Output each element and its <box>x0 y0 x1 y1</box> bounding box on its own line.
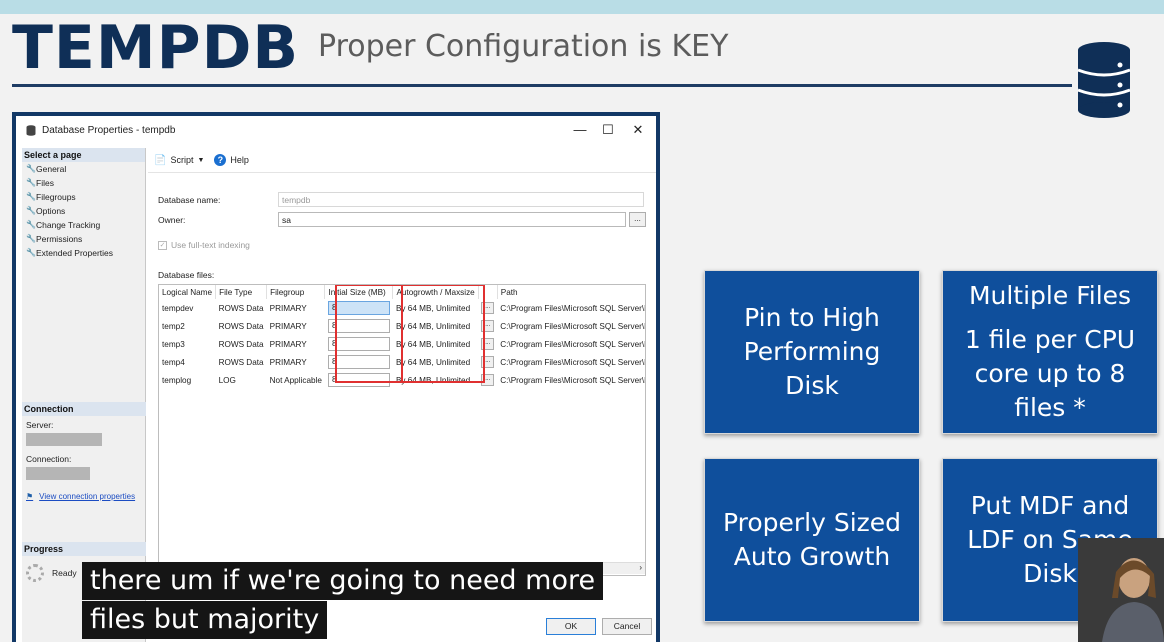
caption-line-2: files but majority <box>82 601 328 639</box>
tile-auto-growth: Properly Sized Auto Growth <box>704 458 920 622</box>
column-header[interactable]: File Type <box>215 285 268 299</box>
scroll-right-icon[interactable]: › <box>639 563 642 572</box>
wrench-icon: 🔧 <box>26 192 36 201</box>
owner-label: Owner: <box>158 214 186 225</box>
cell-logical-name: temp4 <box>162 357 185 367</box>
tile-multiple-files: Multiple Files 1 file per CPU core up to… <box>942 270 1158 434</box>
cell-file-type: ROWS Data <box>218 357 264 367</box>
cell-logical-name: templog <box>162 375 192 385</box>
progress-status: Ready <box>52 568 77 578</box>
progress-spinner-icon <box>26 564 44 582</box>
owner-field[interactable]: sa <box>278 212 626 227</box>
cell-filegroup: PRIMARY <box>269 303 307 313</box>
presenter-webcam <box>1078 538 1164 642</box>
database-icon <box>1077 42 1131 118</box>
dialog-titlebar[interactable]: Database Properties - tempdb — ☐ ✕ <box>16 116 656 144</box>
owner-browse-button[interactable]: ... <box>629 212 646 227</box>
script-button[interactable]: Script <box>170 155 193 165</box>
cell-file-type: ROWS Data <box>218 321 264 331</box>
cell-path: C:\Program Files\Microsoft SQL Server\M <box>500 303 646 313</box>
cell-filegroup: Not Applicable <box>269 375 322 385</box>
page-item-extended-properties[interactable]: 🔧 Extended Properties <box>22 246 145 260</box>
connection-label: Connection: <box>26 454 72 464</box>
cell-filegroup: PRIMARY <box>269 357 307 367</box>
cell-path: C:\Program Files\Microsoft SQL Server\M <box>500 339 646 349</box>
wrench-icon: 🔧 <box>26 248 36 257</box>
database-files-grid: Logical Name File Type Filegroup Initial… <box>158 284 646 576</box>
wrench-icon: 🔧 <box>26 178 36 187</box>
progress-header: Progress <box>22 542 146 556</box>
cell-path: C:\Program Files\Microsoft SQL Server\M <box>500 321 646 331</box>
tile-heading: Multiple Files <box>968 281 1132 310</box>
connection-section: Connection Server: Connection: ⚑ View co… <box>22 402 146 501</box>
slide-subtitle: Proper Configuration is KEY <box>318 29 729 64</box>
cell-file-type: LOG <box>218 375 236 385</box>
server-redacted <box>26 433 102 446</box>
cell-path: C:\Program Files\Microsoft SQL Server\M <box>500 375 646 385</box>
wrench-icon: 🔧 <box>26 164 36 173</box>
page-item-files[interactable]: 🔧 Files <box>22 176 145 190</box>
title-divider <box>12 84 1072 87</box>
dialog-title: Database Properties - tempdb <box>42 124 176 136</box>
page-item-options[interactable]: 🔧 Options <box>22 204 145 218</box>
connection-redacted <box>26 467 90 480</box>
database-name-row: Database name: tempdb <box>158 192 644 207</box>
initial-size-highlight <box>335 285 403 383</box>
top-accent-bar <box>0 0 1164 14</box>
cell-file-type: ROWS Data <box>218 303 264 313</box>
cell-path: C:\Program Files\Microsoft SQL Server\M <box>500 357 646 367</box>
maximize-button[interactable]: ☐ <box>600 122 616 138</box>
presenter-video <box>1078 538 1164 642</box>
files-label-row: Database files: <box>158 270 214 280</box>
database-name-label: Database name: <box>158 194 221 205</box>
wrench-icon: 🔧 <box>26 206 36 215</box>
close-button[interactable]: ✕ <box>630 122 646 138</box>
database-name-field[interactable]: tempdb <box>278 192 644 207</box>
cell-filegroup: PRIMARY <box>269 339 307 349</box>
cell-filegroup: PRIMARY <box>269 321 307 331</box>
cell-logical-name: temp3 <box>162 339 185 349</box>
slide-title: TEMPDB <box>12 13 300 83</box>
help-icon[interactable]: ? <box>214 154 227 166</box>
server-label: Server: <box>26 420 54 430</box>
wrench-icon: 🔧 <box>26 234 36 243</box>
fulltext-row: ✓ Use full-text indexing <box>158 240 250 250</box>
wrench-icon: 🔧 <box>26 220 36 229</box>
dialog-toolbar: 📄 Script ▼ ? Help <box>148 148 656 173</box>
page-item-permissions[interactable]: 🔧 Permissions <box>22 232 145 246</box>
fulltext-label: Use full-text indexing <box>171 240 250 250</box>
database-files-label: Database files: <box>158 270 215 280</box>
fulltext-checkbox[interactable]: ✓ <box>158 240 167 250</box>
autogrowth-highlight <box>401 285 485 383</box>
select-page-header: Select a page <box>22 148 145 162</box>
cell-file-type: ROWS Data <box>218 339 264 349</box>
connection-icon: ⚑ <box>26 492 34 501</box>
script-icon: 📄 <box>154 154 167 166</box>
help-button[interactable]: Help <box>230 155 249 165</box>
column-header[interactable]: Path <box>497 285 645 299</box>
database-small-icon <box>26 124 36 136</box>
connection-header: Connection <box>22 402 146 416</box>
cell-logical-name: tempdev <box>162 303 194 313</box>
chevron-down-icon[interactable]: ▼ <box>197 157 204 164</box>
ok-button[interactable]: OK <box>546 618 596 635</box>
owner-row: Owner: sa ... <box>158 212 646 227</box>
page-item-general[interactable]: 🔧 General <box>22 162 145 176</box>
page-item-filegroups[interactable]: 🔧 Filegroups <box>22 190 145 204</box>
tile-pin-disk: Pin to High Performing Disk <box>704 270 920 434</box>
page-item-change-tracking[interactable]: 🔧 Change Tracking <box>22 218 145 232</box>
column-header[interactable]: Logical Name <box>159 285 217 299</box>
column-header[interactable]: Filegroup <box>266 285 326 299</box>
caption-line-1: there um if we're going to need more <box>82 562 604 600</box>
cell-logical-name: temp2 <box>162 321 185 331</box>
minimize-button[interactable]: — <box>572 122 588 137</box>
view-connection-properties-link[interactable]: ⚑ View connection properties <box>22 480 146 501</box>
cancel-button[interactable]: Cancel <box>602 618 652 635</box>
